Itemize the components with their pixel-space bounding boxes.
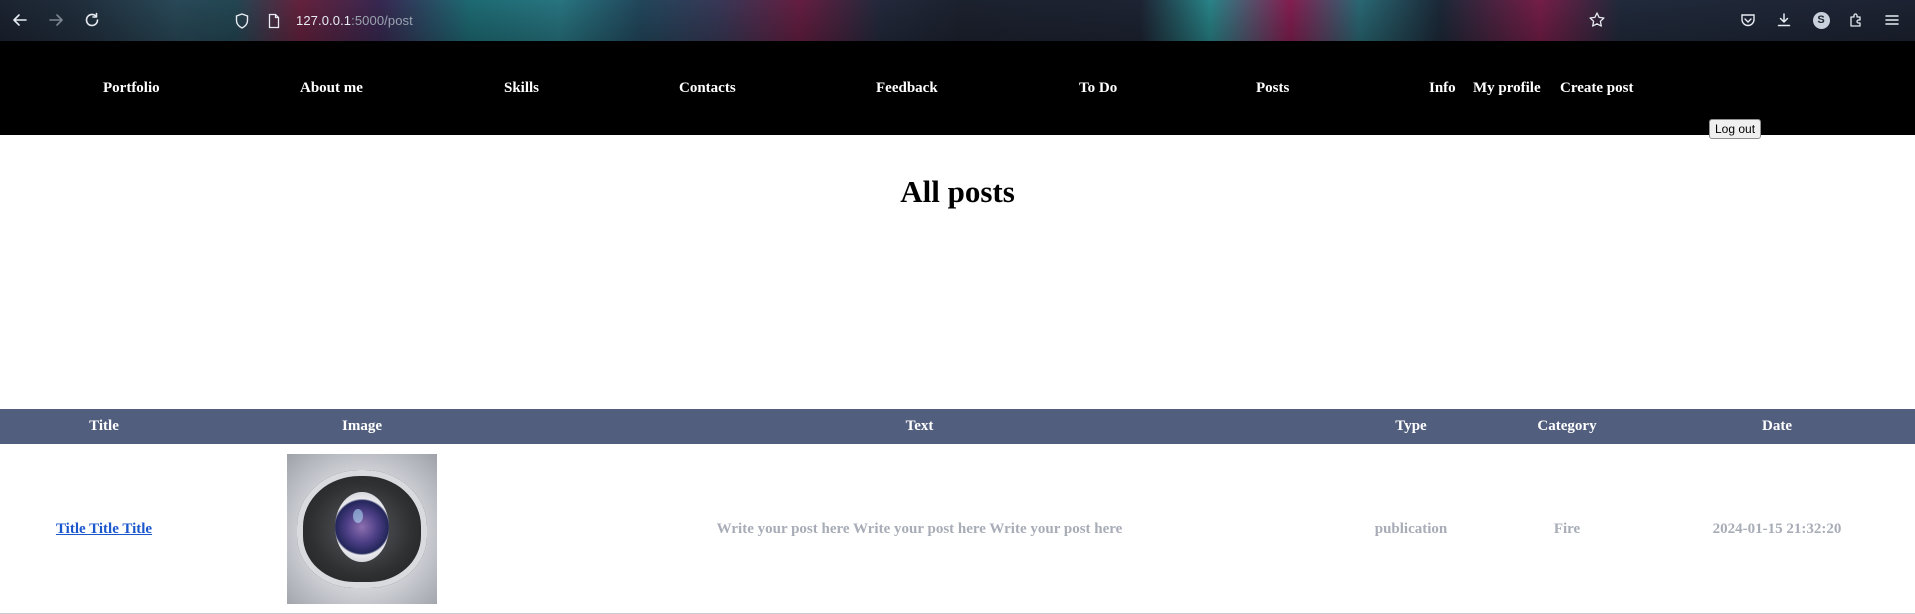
cell-type: publication [1374,520,1448,537]
bookmark-star-icon[interactable] [1587,10,1607,30]
table-header-row: Title Image Text Type Category Date [0,409,1915,444]
account-avatar[interactable]: S [1811,10,1831,30]
nav-link-create-post[interactable]: Create post [1560,41,1633,135]
logout-button[interactable]: Log out [1709,119,1762,139]
header-type: Type [1395,418,1427,434]
cell-title: Title Title Title [0,444,208,614]
nav-link-posts[interactable]: Posts [1256,41,1289,135]
header-category: Category [1537,418,1597,434]
extensions-icon[interactable] [1846,10,1866,30]
image-shine [353,509,363,523]
post-image [287,454,437,604]
page-icon [264,11,284,31]
url-text: 127.0.0.1:5000/post [296,13,413,28]
forward-arrow-icon[interactable] [46,10,66,30]
download-icon[interactable] [1774,10,1794,30]
nav-link-info[interactable]: Info [1429,41,1456,135]
posts-table: Title Image Text Type Category Date Titl… [0,409,1915,614]
url-path: :5000/post [351,13,413,28]
header-date: Date [1762,418,1792,434]
image-lens [335,492,389,562]
post-title-link[interactable]: Title Title Title [56,521,152,538]
back-arrow-icon[interactable] [10,10,30,30]
nav-link-about-me[interactable]: About me [300,41,363,135]
header-text: Text [905,418,934,434]
pocket-icon[interactable] [1738,10,1758,30]
nav-link-to-do[interactable]: To Do [1079,41,1117,135]
site-nav: Portfolio About me Skills Contacts Feedb… [0,41,1915,139]
nav-link-my-profile[interactable]: My profile [1473,41,1541,135]
account-initial: S [1812,11,1830,29]
menu-icon[interactable] [1882,10,1902,30]
header-image: Image [342,418,382,434]
nav-link-contacts[interactable]: Contacts [679,41,736,135]
nav-link-portfolio[interactable]: Portfolio [103,41,160,135]
page-title: All posts [900,174,1015,209]
cell-text: Write your post here Write your post her… [716,520,1123,537]
cell-date: 2024-01-15 21:32:20 [1712,520,1842,537]
table-row: Title Title Title Write your post here W… [0,444,1915,614]
cell-category: Fire [1553,520,1581,537]
url-bar[interactable]: 127.0.0.1:5000/post [232,8,413,33]
cell-image [208,444,516,614]
header-title: Title [89,418,119,434]
reload-icon[interactable] [82,10,102,30]
nav-link-skills[interactable]: Skills [504,41,539,135]
shield-icon[interactable] [232,11,252,31]
url-host: 127.0.0.1 [296,13,352,28]
nav-link-feedback[interactable]: Feedback [876,41,938,135]
browser-toolbar: 127.0.0.1:5000/post S [0,0,1915,41]
